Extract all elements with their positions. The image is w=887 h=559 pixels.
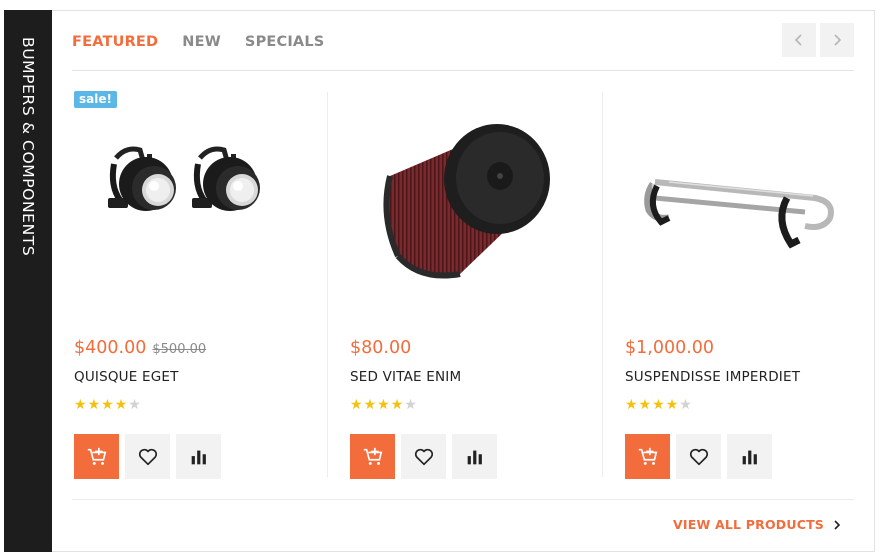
heart-icon [414,448,433,465]
add-to-wishlist-button[interactable] [125,434,170,479]
cart-plus-icon [87,447,106,465]
product-card: sale! $400.00 $500.00 QUISQUE EGET ★ ★ ★… [74,88,314,483]
star-icon: ★ [363,397,377,413]
current-price: $1,000.00 [625,338,715,358]
footer-divider [72,499,854,500]
add-to-wishlist-button[interactable] [676,434,721,479]
old-price: $500.00 [152,342,207,357]
heart-icon [138,448,157,465]
star-empty-icon: ★ [128,397,141,413]
product-actions [350,434,497,479]
product-card: $1,000.00 SUSPENDISSE IMPERDIET ★ ★ ★ ★ … [625,88,865,483]
chevron-left-icon [794,34,802,46]
product-price: $400.00 $500.00 [74,338,206,358]
add-to-cart-button[interactable] [74,434,119,479]
star-icon: ★ [625,397,638,413]
star-icon: ★ [377,397,390,413]
compare-button[interactable] [727,434,772,479]
product-tabs: FEATURED NEW SPECIALS [72,34,324,50]
chevron-right-icon [834,519,841,530]
bar-chart-icon [742,450,757,464]
column-divider [602,92,603,477]
rating-stars: ★ ★ ★ ★ ★ [625,398,692,412]
product-image-fog-lights[interactable] [74,106,304,311]
product-name[interactable]: QUISQUE EGET [74,369,179,385]
star-empty-icon: ★ [679,397,692,413]
star-icon: ★ [114,397,128,413]
product-actions [625,434,772,479]
prev-button[interactable] [782,23,816,57]
bar-chart-icon [467,450,482,464]
category-sidebar: BUMPERS & COMPONENTS [4,10,52,552]
view-all-label: VIEW ALL PRODUCTS [673,517,825,532]
star-icon: ★ [87,397,101,413]
product-price: $80.00 [350,338,411,358]
star-icon: ★ [390,397,404,413]
product-name[interactable]: SED VITAE ENIM [350,369,461,385]
star-icon: ★ [638,397,652,413]
star-empty-icon: ★ [404,397,417,413]
bar-chart-icon [191,450,206,464]
view-all-products-link[interactable]: VIEW ALL PRODUCTS [673,517,842,532]
product-name[interactable]: SUSPENDISSE IMPERDIET [625,369,800,385]
star-icon: ★ [101,397,114,413]
tab-featured[interactable]: FEATURED [72,34,158,50]
heart-icon [689,448,708,465]
product-price: $1,000.00 [625,338,714,358]
header-divider [72,70,854,71]
product-card: $80.00 SED VITAE ENIM ★ ★ ★ ★ ★ [350,88,590,483]
product-image-air-filter[interactable] [350,106,580,311]
add-to-wishlist-button[interactable] [401,434,446,479]
rating-stars: ★ ★ ★ ★ ★ [74,398,141,412]
current-price: $80.00 [350,338,412,358]
category-title: BUMPERS & COMPONENTS [19,37,37,257]
add-to-cart-button[interactable] [625,434,670,479]
product-actions [74,434,221,479]
star-icon: ★ [652,397,665,413]
product-image-bumper-bar[interactable] [625,106,855,311]
add-to-cart-button[interactable] [350,434,395,479]
compare-button[interactable] [176,434,221,479]
compare-button[interactable] [452,434,497,479]
tab-new[interactable]: NEW [182,34,221,50]
cart-plus-icon [638,447,657,465]
next-button[interactable] [820,23,854,57]
chevron-right-icon [834,34,842,46]
cart-plus-icon [363,447,382,465]
column-divider [327,92,328,477]
tab-specials[interactable]: SPECIALS [245,34,325,50]
rating-stars: ★ ★ ★ ★ ★ [350,398,417,412]
star-icon: ★ [74,397,87,413]
star-icon: ★ [350,397,363,413]
star-icon: ★ [665,397,679,413]
current-price: $400.00 [74,338,147,358]
